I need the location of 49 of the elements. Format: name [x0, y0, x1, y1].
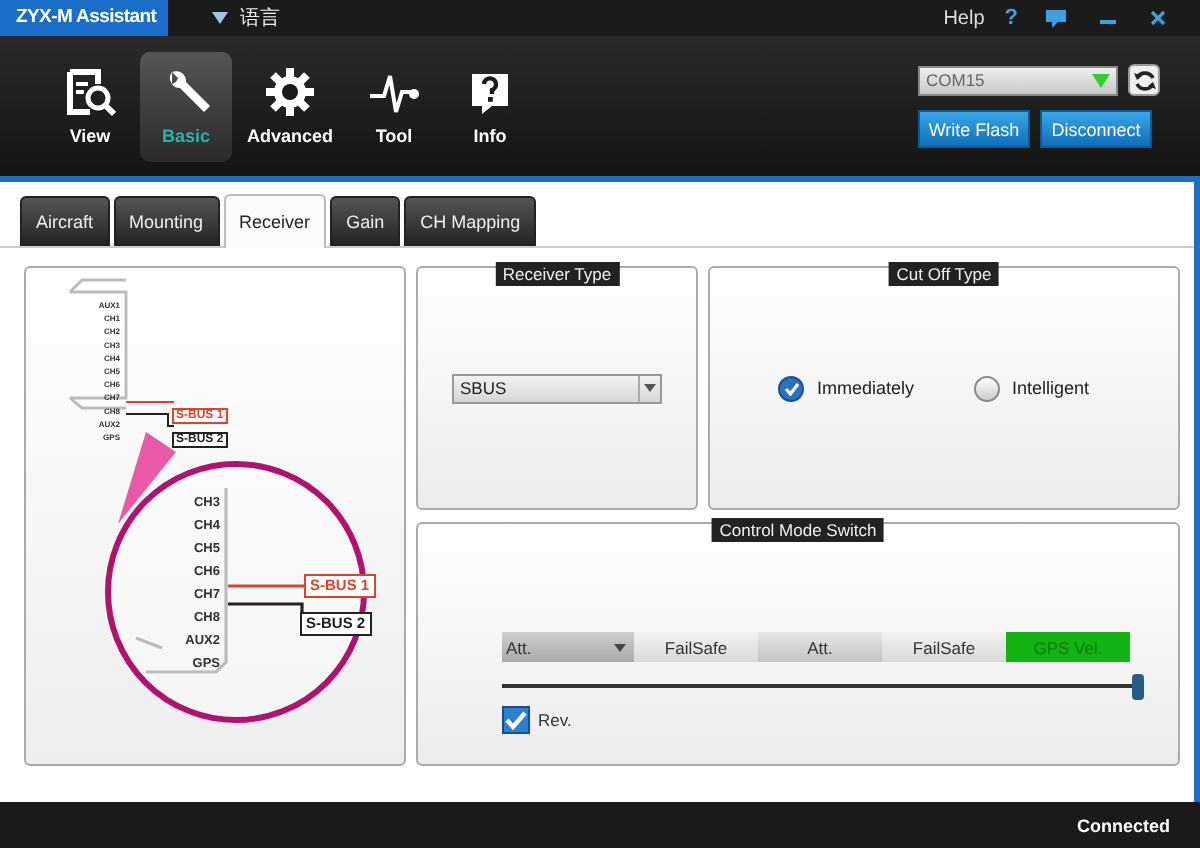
gear-icon [264, 66, 316, 118]
wire-line [228, 584, 304, 588]
tab[interactable]: Gain [330, 196, 401, 246]
app-title: ZYX-M Assistant [0, 0, 169, 36]
receiver-board-drawing [68, 278, 128, 410]
mode-segment: Att. [758, 632, 882, 662]
caret-icon [644, 384, 656, 392]
check-icon [783, 381, 800, 395]
close-icon[interactable] [1150, 10, 1166, 26]
help-button[interactable]: ? [1004, 6, 1018, 30]
magnifier-cone-drawing [118, 432, 176, 524]
caret-icon [212, 12, 229, 24]
reverse-checkbox[interactable]: Rev. [502, 706, 572, 734]
nav-button[interactable]: Tool [348, 51, 440, 161]
port-dropdown[interactable]: COM15 [918, 65, 1118, 95]
help-link[interactable]: Help [943, 7, 985, 29]
document-search-icon [64, 66, 116, 118]
nav-button[interactable]: Basic [140, 51, 232, 161]
refresh-icon [1133, 69, 1155, 91]
check-icon [504, 710, 528, 730]
tab[interactable]: Mounting [113, 196, 220, 246]
caret-icon [614, 643, 626, 651]
receiver-type-dropdown[interactable]: SBUS [452, 373, 662, 403]
nav-button[interactable]: Info [444, 51, 536, 161]
tab[interactable]: Aircraft [20, 196, 110, 246]
group-title: Control Mode Switch [711, 518, 885, 542]
radio-option[interactable]: Immediately [778, 375, 914, 401]
group-title: Cut Off Type [888, 262, 1000, 286]
wire-line [228, 602, 304, 616]
chat-icon[interactable] [1046, 9, 1066, 27]
tab[interactable]: CH Mapping [404, 196, 537, 246]
action-button[interactable]: Disconnect [1040, 110, 1152, 148]
action-button[interactable]: Write Flash [918, 110, 1030, 148]
mode-segment: GPS Vel. [1006, 632, 1130, 662]
language-menu[interactable]: 语言 [240, 4, 281, 32]
mode-dropdown[interactable]: Att. [502, 632, 634, 662]
caret-icon [1092, 73, 1110, 87]
status-text: Connected [1076, 815, 1170, 835]
nav-button[interactable]: Advanced [236, 51, 344, 161]
mode-segment: FailSafe [634, 632, 758, 662]
radio-option[interactable]: Intelligent [973, 375, 1090, 401]
refresh-button[interactable] [1128, 64, 1160, 96]
wire-line [125, 413, 175, 427]
nav-button[interactable]: View [44, 51, 136, 161]
mode-segment: FailSafe [882, 632, 1006, 662]
slider-thumb[interactable] [1131, 674, 1144, 700]
tab[interactable]: Receiver [223, 194, 327, 248]
group-title: Receiver Type [494, 262, 620, 286]
wire-line [125, 401, 175, 403]
